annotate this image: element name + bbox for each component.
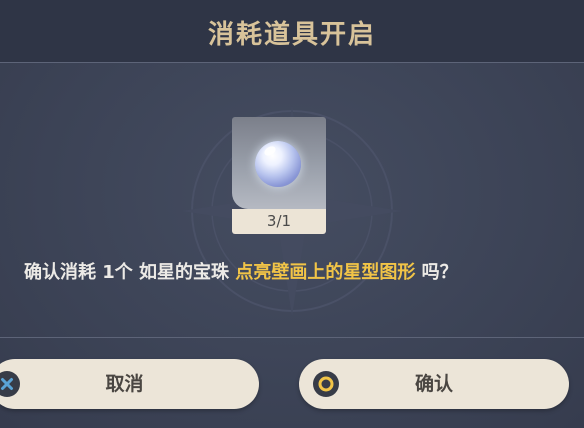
confirm-button[interactable]: 确认 — [299, 359, 569, 409]
item-count: 3/1 — [232, 209, 326, 234]
message-prefix: 确认消耗 1个 如星的宝珠 — [24, 262, 236, 283]
confirm-button-label: 确认 — [414, 373, 453, 395]
dialog-header: 消耗道具开启 — [0, 0, 584, 62]
cancel-button-label: 取消 — [105, 373, 144, 395]
dialog-title: 消耗道具开启 — [207, 20, 376, 50]
confirm-message: 确认消耗 1个 如星的宝珠 点亮壁画上的星型图形 吗？ — [24, 258, 584, 284]
header-divider — [0, 62, 584, 63]
cancel-button[interactable]: 取消 — [0, 359, 259, 409]
item-slot — [232, 117, 326, 209]
item-card: 3/1 — [232, 117, 326, 234]
consume-item-dialog: 消耗道具开启 3/1 确认消耗 1个 如星的宝珠 点亮壁画上的星型图形 吗？ 取… — [0, 0, 584, 428]
message-highlight: 点亮壁画上的星型图形 — [235, 262, 416, 283]
footer-divider — [0, 337, 584, 338]
message-suffix: 吗？ — [415, 262, 458, 283]
star-orb-icon — [255, 141, 301, 187]
